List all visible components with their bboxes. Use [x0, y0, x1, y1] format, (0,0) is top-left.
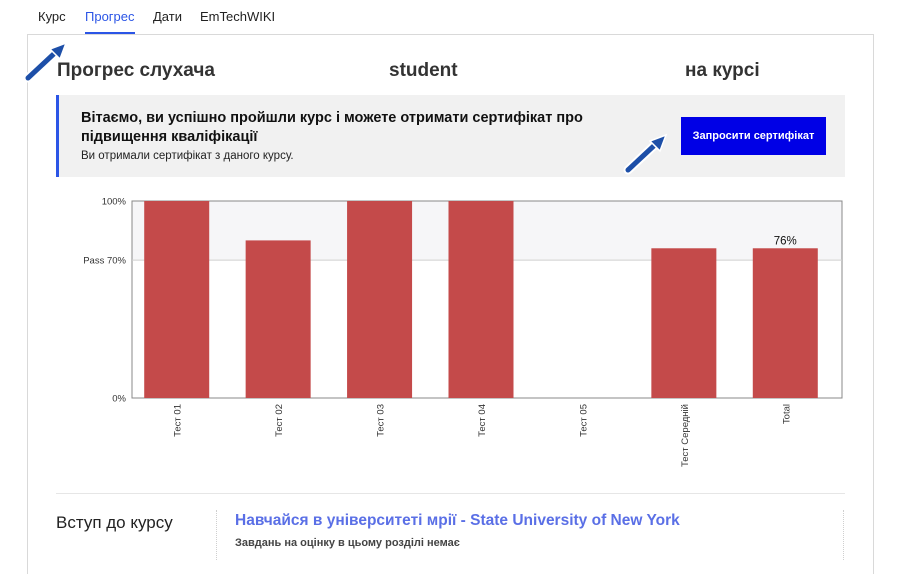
- annotation-arrow-icon: [623, 133, 668, 175]
- section-divider: [56, 493, 845, 494]
- y-tick-label: Pass 70%: [83, 256, 126, 267]
- section-title: Вступ до курсу: [56, 513, 173, 532]
- x-tick-label: Тест 03: [376, 404, 387, 437]
- subsection-note: Завдань на оцінку в цьому розділі немає: [235, 537, 460, 549]
- y-tick-label: 0%: [112, 394, 126, 405]
- bar: [347, 201, 413, 398]
- section-separator: [843, 510, 844, 560]
- bar: [245, 240, 311, 398]
- bar: [752, 248, 818, 398]
- grades-chart: 100% Pass 70% 0% Тест 01 Тест 02 Тест 03 Тест …: [83, 197, 843, 467]
- data-label: 76%: [774, 235, 797, 247]
- bar: [448, 201, 514, 398]
- x-tick-label: Total: [781, 404, 792, 424]
- section-separator: [216, 510, 217, 560]
- subsection-link[interactable]: Навчайся в університеті мрії - State Uni…: [235, 512, 680, 530]
- x-tick-label: Тест Середній: [680, 404, 691, 467]
- bar: [651, 248, 717, 398]
- chart-plot-area: 100% Pass 70% 0% Тест 01 Тест 02 Тест 03 Тест …: [83, 197, 843, 467]
- annotation-arrow-icon: [23, 41, 68, 83]
- y-tick-label: 100%: [102, 197, 127, 208]
- bar: [144, 201, 210, 398]
- x-tick-label: Тест 02: [274, 404, 285, 437]
- x-tick-label: Тест 05: [578, 404, 589, 437]
- x-tick-label: Тест 04: [477, 404, 488, 437]
- x-tick-label: Тест 01: [173, 404, 184, 437]
